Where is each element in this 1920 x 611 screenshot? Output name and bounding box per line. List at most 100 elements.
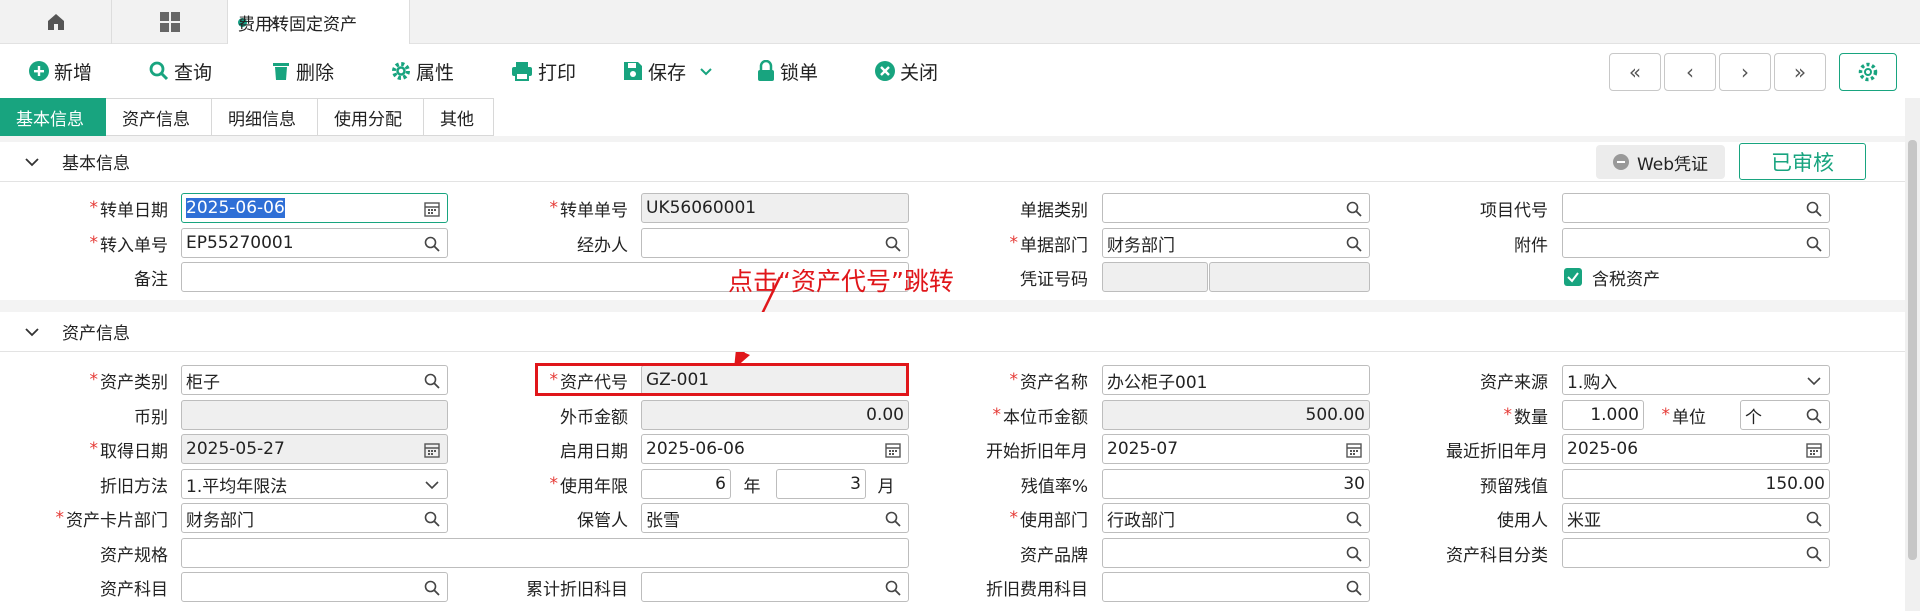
search-icon[interactable] [423,510,441,528]
residual-value-field[interactable]: 150.00 [1562,469,1830,499]
doc-dept-label: * 单据部门 [1009,233,1089,256]
print-button[interactable]: 打印 [510,57,576,85]
lock-button[interactable]: 锁单 [756,57,818,85]
tab-expense-to-fixed-asset[interactable]: 费用转固定资产 × [228,0,410,44]
search-icon[interactable] [1345,510,1363,528]
doc-type-field[interactable] [1102,193,1370,223]
asset-info-header[interactable]: 资产信息 [0,312,1905,352]
close-circle-icon [875,61,895,81]
save-button[interactable]: 保存 [622,57,718,85]
acc-depreciation-field[interactable] [641,572,909,602]
search-icon[interactable] [884,235,902,253]
quantity-field[interactable]: 1.000 [1562,400,1644,430]
acquire-date-field[interactable]: 2025-05-27 [181,434,448,464]
voucher-no-field-1 [1102,262,1208,292]
calendar-icon[interactable] [423,441,441,459]
delete-button[interactable]: 删除 [270,57,334,85]
scrollbar-thumb[interactable] [1908,140,1917,560]
asset-name-field[interactable]: 办公柜子001 [1102,365,1370,395]
apps-tab[interactable] [112,0,228,44]
calendar-icon[interactable] [1805,441,1823,459]
project-code-label: 项目代号 [1480,200,1548,221]
search-icon[interactable] [1345,545,1363,563]
last-depreciation-label: 最近折旧年月 [1446,441,1548,462]
handler-field[interactable] [641,228,909,258]
dep-expense-field[interactable] [1102,572,1370,602]
search-icon[interactable] [1345,579,1363,597]
home-tab[interactable] [0,0,112,44]
toolbar: 新增 查询 删除 属性 打印 保存 锁单 关闭 « ‹ › » [0,45,1920,97]
asset-brand-field[interactable] [1102,538,1370,568]
last-record-button[interactable]: » [1774,53,1826,91]
depreciation-start-label: 开始折旧年月 [986,441,1088,462]
fx-amount-field: 0.00 [641,400,909,430]
depreciation-method-select[interactable]: 1.平均年限法 [181,469,448,499]
dep-expense-label: 折旧费用科目 [986,579,1088,600]
chevron-down-icon[interactable] [423,476,441,494]
card-dept-label: * 资产卡片部门 [55,508,169,531]
asset-category-field[interactable]: 柜子 [181,365,448,395]
search-icon[interactable] [1805,235,1823,253]
card-dept-field[interactable]: 财务部门 [181,503,448,533]
useful-life-years-field[interactable]: 6 [641,469,731,499]
attachment-label: 附件 [1514,235,1548,256]
unit-field[interactable]: 个 [1740,400,1830,430]
next-record-button[interactable]: › [1719,53,1771,91]
search-icon[interactable] [1805,200,1823,218]
tab-asset-info[interactable]: 资产信息 [106,98,212,136]
tab-usage-allocation[interactable]: 使用分配 [318,98,424,136]
attachment-field[interactable] [1562,228,1830,258]
prev-record-button[interactable]: ‹ [1664,53,1716,91]
tab-detail-info[interactable]: 明细信息 [212,98,318,136]
grid-icon [159,12,180,32]
project-code-field[interactable] [1562,193,1830,223]
tax-asset-checkbox[interactable] [1564,268,1582,286]
tax-asset-label: 含税资产 [1592,269,1660,290]
residual-rate-field[interactable]: 30 [1102,469,1370,499]
vertical-scrollbar[interactable] [1905,98,1920,611]
remark-label: 备注 [134,269,168,290]
chevron-down-icon[interactable] [1805,372,1823,390]
search-icon[interactable] [1805,510,1823,528]
search-icon[interactable] [884,510,902,528]
use-dept-field[interactable]: 行政部门 [1102,503,1370,533]
settings-button[interactable] [1839,53,1897,91]
tab-basic-info[interactable]: 基本信息 [0,98,106,136]
lock-label: 锁单 [780,61,819,84]
asset-spec-field[interactable] [181,538,909,568]
properties-button[interactable]: 属性 [390,57,454,85]
calendar-icon[interactable] [884,441,902,459]
chevron-down-icon[interactable] [698,63,714,79]
search-icon[interactable] [884,579,902,597]
search-icon[interactable] [1805,545,1823,563]
start-date-field[interactable]: 2025-06-06 [641,434,909,464]
search-icon[interactable] [423,372,441,390]
search-icon[interactable] [1345,200,1363,218]
depreciation-start-field[interactable]: 2025-07 [1102,434,1370,464]
use-dept-label: * 使用部门 [1009,508,1089,531]
new-button[interactable]: 新增 [28,57,92,85]
close-button[interactable]: 关闭 [874,57,938,85]
doc-dept-field[interactable]: 财务部门 [1102,228,1370,258]
search-icon[interactable] [423,235,441,253]
calendar-icon[interactable] [1345,441,1363,459]
asset-source-select[interactable]: 1.购入 [1562,365,1830,395]
asset-spec-label: 资产规格 [100,545,168,566]
subject-class-field[interactable] [1562,538,1830,568]
web-voucher-button[interactable]: Web凭证 [1596,145,1725,179]
first-record-button[interactable]: « [1609,53,1661,91]
transfer-date-field[interactable]: 2025-06-06 [181,193,448,223]
useful-life-months-field[interactable]: 3 [776,469,866,499]
last-depreciation-field[interactable]: 2025-06 [1562,434,1830,464]
keeper-field[interactable]: 张雪 [641,503,909,533]
asset-subject-field[interactable] [181,572,448,602]
tab-other[interactable]: 其他 [424,98,494,136]
voucher-no-field-2 [1209,262,1370,292]
in-no-field[interactable]: EP55270001 [181,228,448,258]
search-icon[interactable] [1345,235,1363,253]
search-icon[interactable] [423,579,441,597]
calendar-icon[interactable] [423,200,441,218]
search-icon[interactable] [1805,407,1823,425]
user-field[interactable]: 米亚 [1562,503,1830,533]
query-button[interactable]: 查询 [148,57,212,85]
